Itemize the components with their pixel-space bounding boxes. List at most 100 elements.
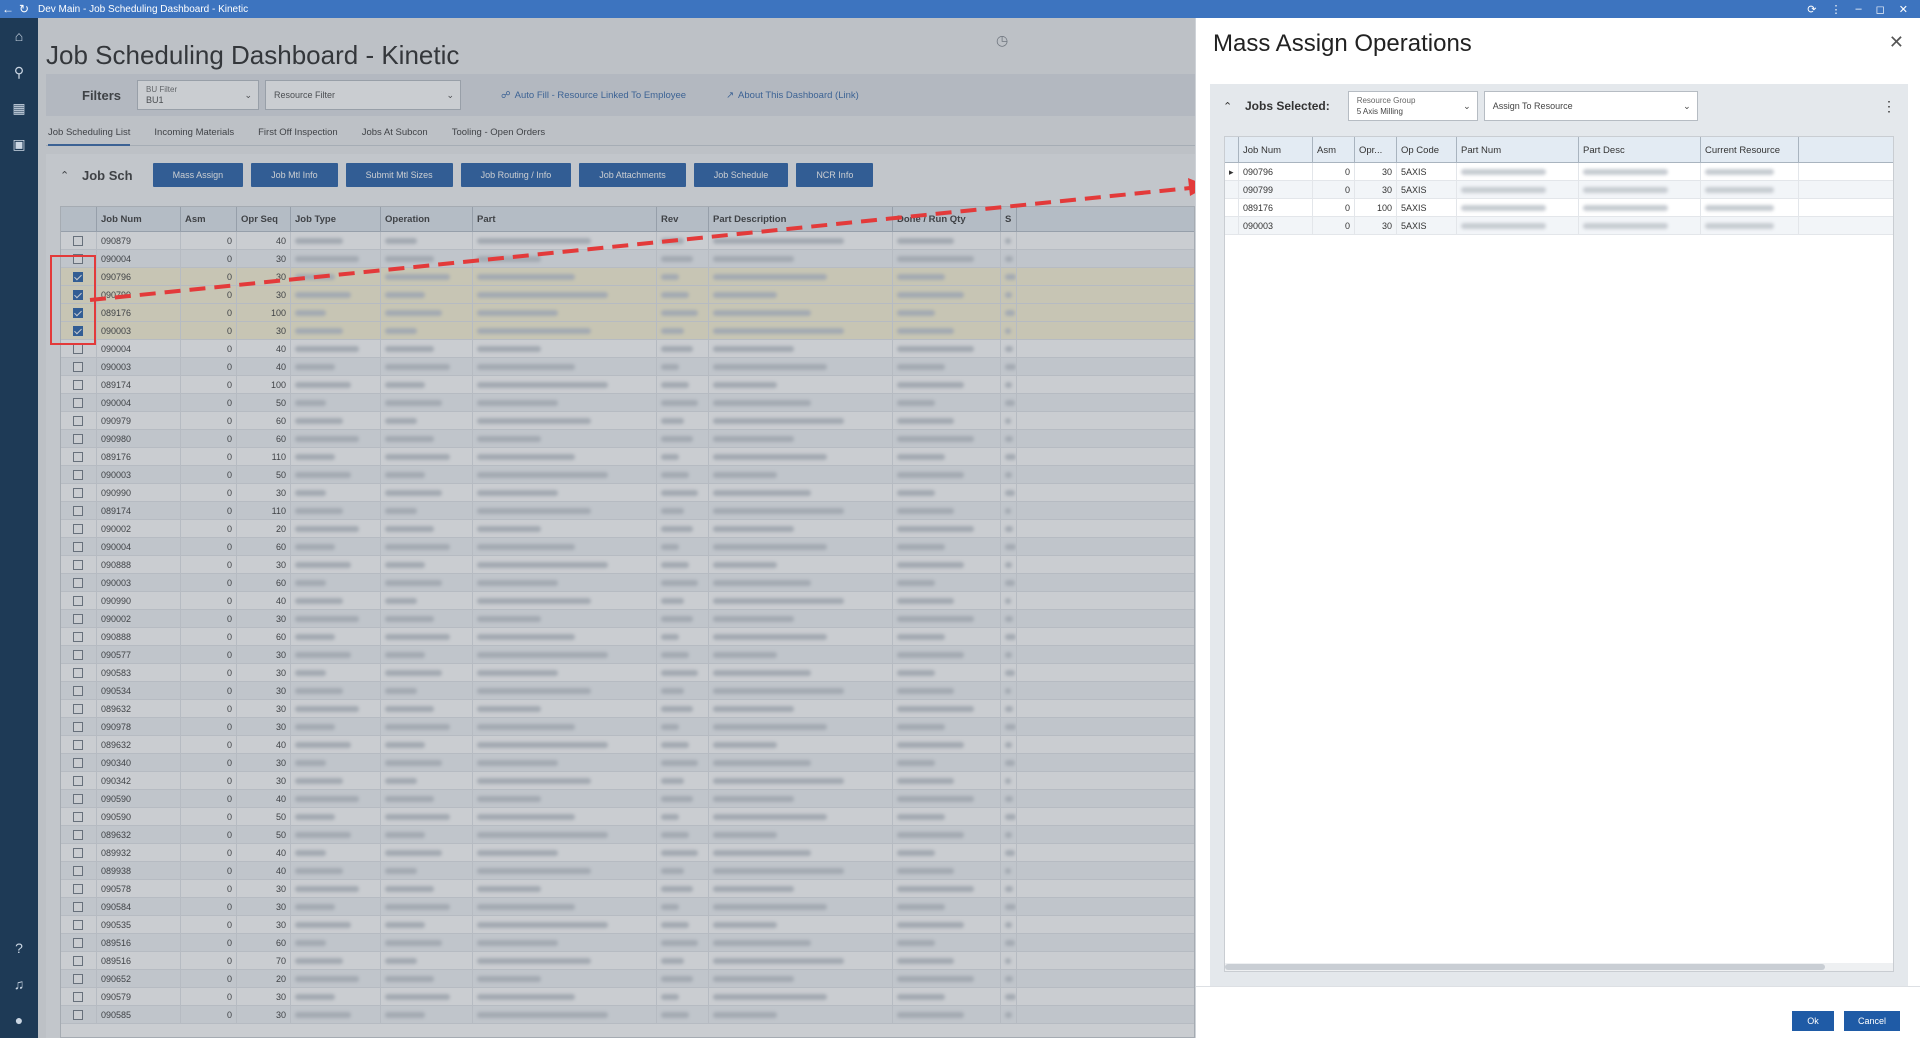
row-checkbox[interactable] [73, 991, 83, 1002]
table-row[interactable]: 090990 0 40 [61, 591, 1194, 610]
table-row[interactable]: 090003 0 30 [61, 321, 1194, 340]
table-row[interactable]: 090799 0 30 [61, 285, 1194, 304]
table-row[interactable]: 090796 0 30 [61, 267, 1194, 286]
row-checkbox[interactable] [73, 721, 83, 732]
table-row[interactable]: 090888 0 30 [61, 555, 1194, 574]
row-checkbox[interactable] [73, 973, 83, 984]
resource-group-dropdown[interactable]: Resource Group 5 Axis Milling ⌄ [1347, 91, 1478, 121]
collapse-icon[interactable]: ⌃ [60, 169, 72, 182]
back-icon[interactable]: ← [0, 0, 16, 18]
row-checkbox[interactable] [73, 613, 83, 624]
action-button-0[interactable]: Mass Assign [152, 163, 244, 187]
table-row[interactable]: 089176 0 110 [61, 447, 1194, 466]
more-options-icon[interactable]: ⋮ [1882, 98, 1896, 115]
table-row[interactable]: 090583 0 30 [61, 663, 1194, 682]
table-row[interactable]: 089632 0 30 [61, 699, 1194, 718]
table-row[interactable]: 090578 0 30 [61, 879, 1194, 898]
row-checkbox[interactable] [73, 649, 83, 660]
table-row[interactable]: 090585 0 30 [61, 1005, 1194, 1024]
row-checkbox[interactable] [73, 559, 83, 570]
table-row[interactable]: 090004 0 50 [61, 393, 1194, 412]
action-button-6[interactable]: NCR Info [796, 163, 874, 187]
user-icon[interactable]: ● [0, 1002, 38, 1038]
row-checkbox[interactable] [73, 595, 83, 606]
row-checkbox[interactable] [73, 541, 83, 552]
table-row[interactable]: 090590 0 50 [61, 807, 1194, 826]
row-checkbox[interactable] [73, 793, 83, 804]
action-button-3[interactable]: Job Routing / Info [460, 163, 572, 187]
table-row[interactable]: 090534 0 30 [61, 681, 1194, 700]
row-checkbox[interactable] [73, 703, 83, 714]
row-checkbox[interactable] [73, 865, 83, 876]
selected-job-row[interactable]: ▸ 090796 0 30 5AXIS [1225, 163, 1893, 181]
row-checkbox[interactable] [73, 829, 83, 840]
bell-icon[interactable]: ♫ [0, 966, 38, 1002]
sync-icon[interactable]: ⟳ [1807, 3, 1816, 16]
table-row[interactable]: 090584 0 30 [61, 897, 1194, 916]
assign-to-resource-dropdown[interactable]: Assign To Resource ⌄ [1483, 91, 1698, 121]
scrollbar-thumb[interactable] [1225, 964, 1825, 970]
row-checkbox[interactable] [73, 505, 83, 516]
row-checkbox[interactable] [73, 901, 83, 912]
row-checkbox[interactable] [73, 811, 83, 822]
table-row[interactable]: 089176 0 100 [61, 303, 1194, 322]
table-row[interactable]: 090990 0 30 [61, 483, 1194, 502]
selected-job-row[interactable]: 090003 0 30 5AXIS [1225, 217, 1893, 235]
apps-icon[interactable]: ▦ [0, 90, 38, 126]
action-button-1[interactable]: Job Mtl Info [251, 163, 338, 187]
table-row[interactable]: 090003 0 50 [61, 465, 1194, 484]
table-row[interactable]: 090879 0 40 [61, 231, 1194, 250]
collapse-icon[interactable]: ⌃ [1223, 100, 1235, 113]
row-checkbox[interactable] [73, 361, 83, 372]
row-checkbox[interactable] [73, 937, 83, 948]
help-icon[interactable]: ? [0, 930, 38, 966]
row-checkbox[interactable] [73, 739, 83, 750]
tab-0[interactable]: Job Scheduling List [48, 126, 131, 146]
row-checkbox[interactable] [73, 847, 83, 858]
table-row[interactable]: 090979 0 60 [61, 411, 1194, 430]
action-button-2[interactable]: Submit Mtl Sizes [345, 163, 453, 187]
search-icon[interactable]: ⚲ [0, 54, 38, 90]
row-checkbox[interactable] [73, 577, 83, 588]
selected-job-row[interactable]: 089176 0 100 5AXIS [1225, 199, 1893, 217]
table-row[interactable]: 089632 0 50 [61, 825, 1194, 844]
table-row[interactable]: 090888 0 60 [61, 627, 1194, 646]
close-window-icon[interactable]: ✕ [1899, 3, 1908, 16]
table-row[interactable]: 089932 0 40 [61, 843, 1194, 862]
action-button-4[interactable]: Job Attachments [579, 163, 686, 187]
table-row[interactable]: 089174 0 100 [61, 375, 1194, 394]
table-row[interactable]: 089632 0 40 [61, 735, 1194, 754]
table-row[interactable]: 090004 0 60 [61, 537, 1194, 556]
row-checkbox[interactable] [73, 775, 83, 786]
dashboard-icon[interactable]: ▣ [0, 126, 38, 162]
bu-filter-dropdown[interactable]: BU Filter BU1 ⌄ [137, 80, 260, 110]
tab-4[interactable]: Tooling - Open Orders [452, 126, 545, 146]
row-checkbox[interactable] [73, 469, 83, 480]
maximize-icon[interactable]: ◻ [1876, 3, 1885, 16]
table-row[interactable]: 090004 0 40 [61, 339, 1194, 358]
cancel-button[interactable]: Cancel [1844, 1011, 1900, 1031]
row-checkbox[interactable] [73, 343, 83, 354]
table-row[interactable]: 090535 0 30 [61, 915, 1194, 934]
row-checkbox[interactable] [73, 631, 83, 642]
row-checkbox[interactable] [73, 379, 83, 390]
row-checkbox[interactable] [73, 667, 83, 678]
row-checkbox[interactable] [73, 397, 83, 408]
row-checkbox[interactable] [73, 919, 83, 930]
table-row[interactable]: 090340 0 30 [61, 753, 1194, 772]
home-icon[interactable]: ⌂ [0, 18, 38, 54]
table-row[interactable]: 089516 0 60 [61, 933, 1194, 952]
ok-button[interactable]: Ok [1792, 1011, 1834, 1031]
table-row[interactable]: 090002 0 20 [61, 519, 1194, 538]
table-row[interactable]: 090004 0 30 [61, 249, 1194, 268]
action-button-5[interactable]: Job Schedule [693, 163, 789, 187]
table-row[interactable]: 090980 0 60 [61, 429, 1194, 448]
close-icon[interactable]: ✕ [1889, 32, 1904, 53]
row-checkbox[interactable] [73, 883, 83, 894]
table-row[interactable]: 089174 0 110 [61, 501, 1194, 520]
table-row[interactable]: 090590 0 40 [61, 789, 1194, 808]
table-row[interactable]: 090002 0 30 [61, 609, 1194, 628]
more-icon[interactable]: ⋮ [1831, 3, 1842, 16]
minimize-icon[interactable]: – [1856, 3, 1862, 16]
auto-fill-link[interactable]: ☍ Auto Fill - Resource Linked To Employee [501, 90, 686, 101]
